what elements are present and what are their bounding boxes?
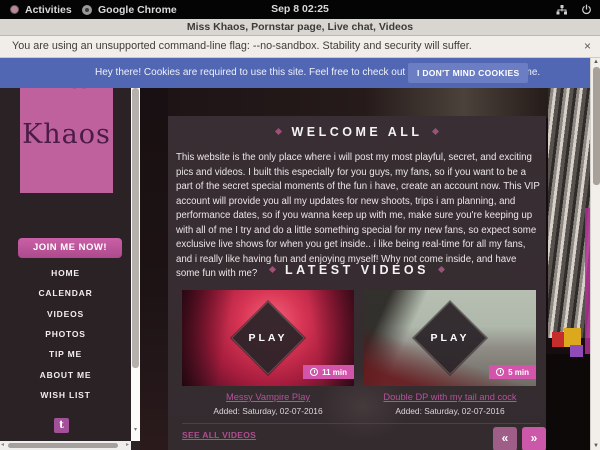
sidebar-item-photos[interactable]: PHOTOS — [0, 329, 131, 339]
scroll-up-icon[interactable]: ▲ — [591, 59, 600, 65]
cookie-banner: Hey there! Cookies are required to use t… — [0, 58, 590, 88]
welcome-heading-text: WELCOME ALL — [291, 125, 422, 139]
chrome-infobar: You are using an unsupported command-lin… — [0, 36, 600, 58]
video-thumbnail[interactable]: PLAY 5 min — [364, 290, 536, 386]
sidebar-item-wish-list[interactable]: WISH LIST — [0, 390, 131, 400]
sidebar-item-tip-me[interactable]: TIP ME — [0, 349, 131, 359]
background-photo — [140, 58, 168, 450]
clock[interactable]: Sep 8 02:25 — [0, 0, 600, 19]
duration-label: 5 min — [508, 368, 529, 377]
scroll-down-icon[interactable]: ▼ — [591, 443, 600, 449]
see-all-videos-link[interactable]: SEE ALL VIDEOS — [182, 430, 256, 440]
play-button[interactable]: PLAY — [231, 301, 305, 375]
background-shelf — [546, 354, 592, 450]
background-gift-box — [570, 345, 583, 357]
sidebar-item-calendar[interactable]: CALENDAR — [0, 288, 131, 298]
scroll-right-icon[interactable]: ▸ — [126, 441, 129, 450]
system-tray[interactable] — [556, 0, 592, 19]
scroll-left-icon[interactable]: ◂ — [1, 441, 4, 450]
play-label: PLAY — [425, 313, 475, 363]
power-icon — [581, 4, 592, 15]
pagination-next-button[interactable]: » — [522, 427, 546, 450]
network-icon — [556, 4, 568, 16]
diamond-icon — [269, 266, 276, 273]
video-thumbnail[interactable]: PLAY 11 min — [182, 290, 354, 386]
diamond-icon — [431, 128, 438, 135]
logo-text: Khaos — [20, 120, 113, 150]
duration-label: 11 min — [322, 368, 347, 377]
infobar-close-icon[interactable]: × — [584, 36, 591, 57]
infobar-message: You are using an unsupported command-lin… — [12, 36, 472, 57]
latest-heading-text: LATEST VIDEOS — [285, 263, 429, 277]
diamond-icon — [275, 128, 282, 135]
duration-badge: 11 min — [303, 365, 354, 379]
page-viewport: Miss Khaos JOIN ME NOW! HOME CALENDAR VI… — [0, 58, 600, 450]
sidebar: Miss Khaos JOIN ME NOW! HOME CALENDAR VI… — [0, 58, 140, 450]
latest-videos-heading: LATEST VIDEOS — [168, 263, 546, 277]
play-label: PLAY — [243, 313, 293, 363]
divider — [182, 423, 540, 424]
video-added-date: Added: Saturday, 02-07-2016 — [364, 406, 536, 416]
sidebar-item-videos[interactable]: VIDEOS — [0, 309, 131, 319]
sidebar-item-about-me[interactable]: ABOUT ME — [0, 370, 131, 380]
sidebar-hscrollbar-thumb[interactable] — [8, 443, 118, 448]
main-content-panel: WELCOME ALL This website is the only pla… — [168, 116, 546, 450]
join-me-now-button[interactable]: JOIN ME NOW! — [18, 238, 122, 258]
sidebar-item-home[interactable]: HOME — [0, 268, 131, 278]
page-scrollbar-thumb[interactable] — [593, 67, 600, 185]
duration-badge: 5 min — [489, 365, 536, 379]
video-title-link[interactable]: Double DP with my tail and cock — [364, 392, 536, 402]
play-button[interactable]: PLAY — [413, 301, 487, 375]
window-title-bar[interactable]: Miss Khaos, Pornstar page, Live chat, Vi… — [0, 19, 600, 36]
window-title: Miss Khaos, Pornstar page, Live chat, Vi… — [187, 21, 413, 33]
accept-cookies-button[interactable]: I DON'T MIND COOKIES — [408, 63, 528, 83]
scroll-down-icon[interactable]: ▾ — [131, 426, 140, 433]
sidebar-scrollbar-thumb[interactable] — [132, 88, 139, 368]
video-title-link[interactable]: Messy Vampire Play — [182, 392, 354, 402]
site-logo[interactable]: Miss Khaos — [20, 70, 113, 193]
sidebar-vertical-scrollbar[interactable]: ▾ — [131, 58, 140, 441]
gnome-top-bar: Activities Google Chrome Sep 8 02:25 — [0, 0, 600, 19]
welcome-section-heading: WELCOME ALL — [168, 125, 546, 139]
video-added-date: Added: Saturday, 02-07-2016 — [182, 406, 354, 416]
page-scrollbar[interactable]: ▲ ▼ — [590, 58, 600, 450]
pagination-prev-button[interactable]: « — [493, 427, 517, 450]
clock-icon — [496, 368, 504, 376]
twitter-icon[interactable]: t — [54, 418, 69, 433]
sidebar-horizontal-scrollbar[interactable]: ◂ ▸ — [0, 441, 131, 450]
screen: Activities Google Chrome Sep 8 02:25 Mis… — [0, 0, 600, 450]
diamond-icon — [438, 266, 445, 273]
clock-icon — [310, 368, 318, 376]
